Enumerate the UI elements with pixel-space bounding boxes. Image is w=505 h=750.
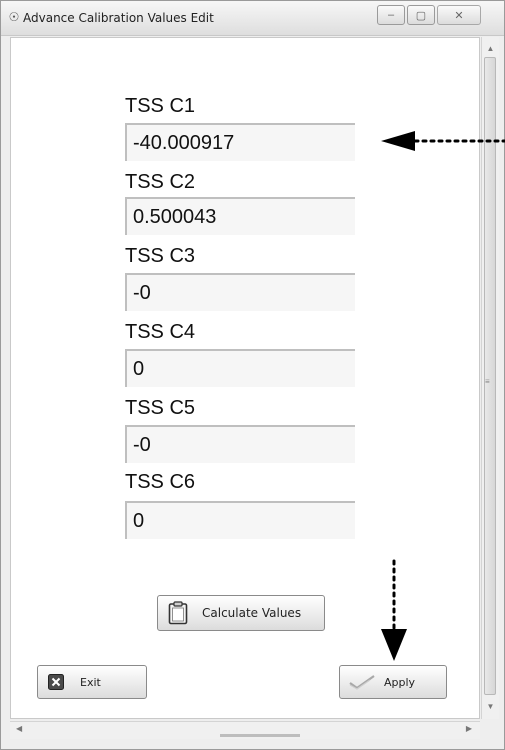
calculate-values-button[interactable]: Calculate Values <box>157 595 325 631</box>
tss-c3-input[interactable] <box>125 273 355 311</box>
maximize-icon: ▢ <box>415 9 427 22</box>
tss-c5-label: TSS C5 <box>125 397 196 419</box>
tss-c4-label: TSS C4 <box>125 321 196 343</box>
tss-c4-input[interactable] <box>125 349 355 387</box>
checkmark-icon <box>349 675 375 690</box>
scroll-left-icon[interactable]: ◀ <box>16 724 22 733</box>
vertical-scroll-thumb[interactable] <box>484 57 496 695</box>
tss-c2-input[interactable] <box>125 197 355 235</box>
vertical-scrollbar[interactable]: ▲ ≡ ▼ <box>481 37 499 719</box>
horizontal-scrollbar[interactable]: ◀ ▶ <box>10 721 480 739</box>
apply-button[interactable]: Apply <box>339 665 447 699</box>
window-title: Advance Calibration Values Edit <box>23 11 214 25</box>
maximize-button[interactable]: ▢ <box>407 5 435 25</box>
app-icon[interactable]: ☉ <box>7 10 21 24</box>
exit-label: Exit <box>80 675 101 689</box>
calculate-values-label: Calculate Values <box>202 606 302 620</box>
tss-c1-label: TSS C1 <box>125 95 196 117</box>
scroll-grip-icon: ≡ <box>485 377 490 386</box>
close-x-icon <box>48 674 64 690</box>
close-icon: ✕ <box>454 9 464 22</box>
minimize-icon: – <box>387 9 395 21</box>
tss-c2-label: TSS C2 <box>125 171 196 193</box>
exit-button[interactable]: Exit <box>37 665 147 699</box>
close-button[interactable]: ✕ <box>437 5 481 25</box>
scroll-up-icon[interactable]: ▲ <box>482 41 499 57</box>
tss-c3-label: TSS C3 <box>125 245 196 267</box>
title-bar[interactable]: ☉ Advance Calibration Values Edit – ▢ ✕ <box>1 1 504 36</box>
tss-c6-input[interactable] <box>125 501 355 539</box>
tss-c6-label: TSS C6 <box>125 471 196 493</box>
scroll-right-icon[interactable]: ▶ <box>466 724 472 733</box>
clipboard-icon <box>168 601 188 625</box>
horizontal-scroll-thumb[interactable] <box>220 734 300 737</box>
minimize-button[interactable]: – <box>377 5 405 25</box>
tss-c1-input[interactable] <box>125 123 355 161</box>
scroll-down-icon[interactable]: ▼ <box>482 699 499 715</box>
apply-label: Apply <box>384 675 416 689</box>
tss-c5-input[interactable] <box>125 425 355 463</box>
dialog-window: ☉ Advance Calibration Values Edit – ▢ ✕ … <box>0 0 505 750</box>
